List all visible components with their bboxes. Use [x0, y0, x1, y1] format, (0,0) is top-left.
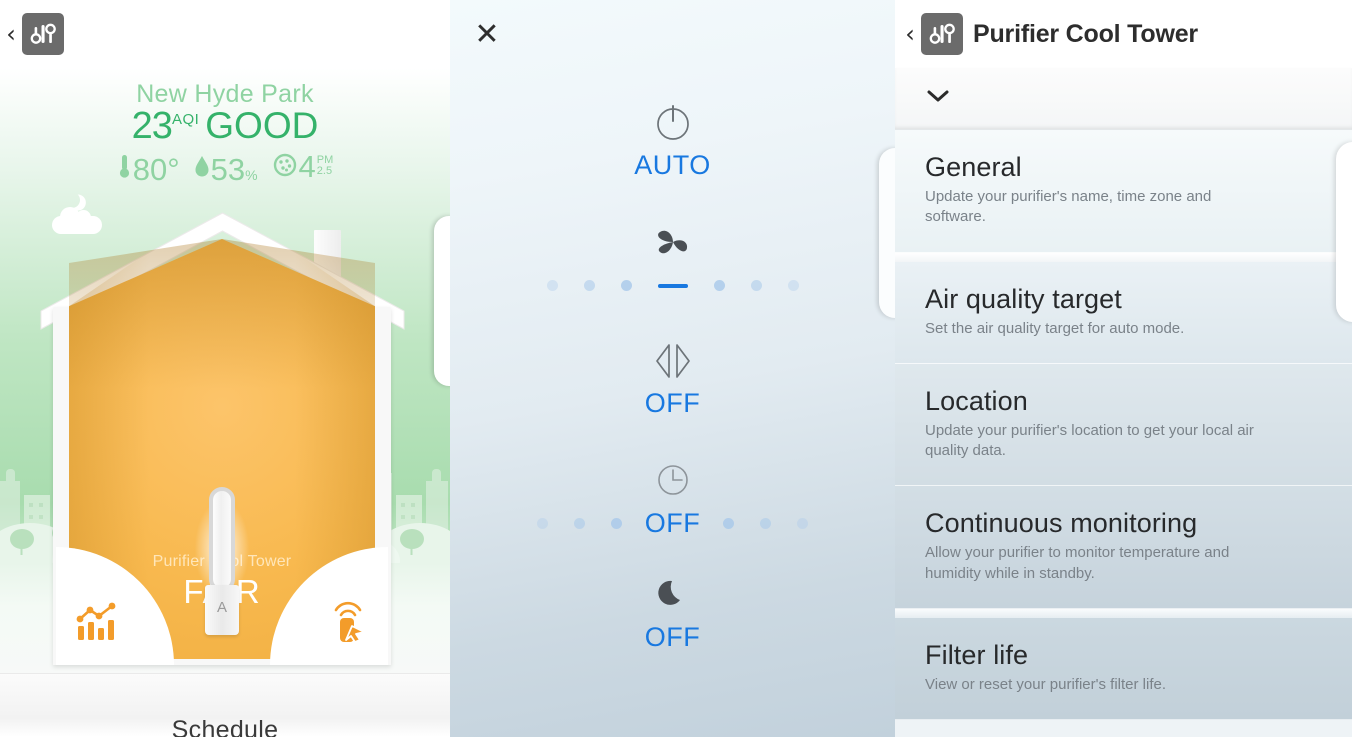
- power-icon: [450, 98, 895, 146]
- settings-item-subtitle: Update your purifier's name, time zone a…: [925, 188, 1212, 226]
- aqi-word: GOOD: [205, 105, 319, 146]
- environment-metrics: 80 ° 53% 4 PM 2.5: [0, 149, 450, 191]
- list-separator: [895, 608, 1352, 618]
- chevron-down-icon[interactable]: [925, 88, 951, 109]
- settings-item-subtitle: Set the air quality target for auto mode…: [925, 319, 1185, 337]
- settings-item-subtitle: View or reset your purifier's filter lif…: [925, 675, 1167, 693]
- settings-item-title: General: [925, 152, 1022, 182]
- aqi-readout: 23AQI GOOD: [0, 107, 450, 145]
- night-mode-label: OFF: [644, 622, 701, 652]
- thermometer-icon: [117, 153, 132, 180]
- house-illustration: Purifier Cool Tower FAIR A: [40, 211, 405, 666]
- adjacent-card-peek[interactable]: [434, 216, 450, 386]
- purifier-illustration: A: [183, 479, 261, 637]
- timer-dot[interactable]: [573, 518, 585, 529]
- fan-speed-control[interactable]: [450, 218, 895, 266]
- adjacent-card-peek[interactable]: [1336, 142, 1352, 322]
- remote-control-icon: [326, 596, 372, 649]
- particulate-metric: 4 PM 2.5: [272, 149, 334, 191]
- oscillation-icon: [450, 336, 895, 384]
- schedule-footer[interactable]: Schedule: [0, 673, 450, 737]
- home-stage: New Hyde Park 23AQI GOOD 80 ° 53% 4 PM 2…: [0, 68, 450, 673]
- page-title: Purifier Cool Tower: [973, 19, 1198, 48]
- settings-item-title: Air quality target: [925, 283, 1122, 314]
- screenshot-root: ‹ New Hyde Park 23AQI GOOD 80 ° 53 % 4 P…: [0, 0, 1352, 737]
- night-mode-control[interactable]: OFF: [450, 570, 895, 653]
- house-walls: Purifier Cool Tower FAIR A: [53, 239, 391, 665]
- settings-item-subtitle: Allow your purifier to monitor temperatu…: [925, 544, 1230, 582]
- dyson-logo-icon[interactable]: [22, 13, 64, 55]
- schedule-label: Schedule: [171, 716, 279, 737]
- list-separator: [895, 252, 1352, 262]
- adjacent-card-peek[interactable]: [879, 148, 895, 318]
- timer-dot[interactable]: [723, 518, 735, 529]
- humidity-metric: 53%: [194, 152, 258, 188]
- fan-speed-dot[interactable]: [787, 280, 799, 291]
- aqi-unit: AQI: [171, 111, 200, 128]
- power-mode-label: AUTO: [634, 150, 711, 180]
- settings-item-subtitle: Update your purifier's location to get y…: [925, 421, 1254, 459]
- home-header: ‹: [0, 0, 450, 68]
- fan-speed-dot[interactable]: [620, 280, 632, 291]
- controls-panel: ✕ AUTO OFF OFF OFF: [450, 0, 895, 737]
- oscillation-label: OFF: [644, 388, 701, 418]
- timer-dot[interactable]: [610, 518, 622, 529]
- timer-clock-icon: [450, 455, 895, 503]
- fan-speed-dot[interactable]: [713, 280, 725, 291]
- purifier-mode-letter: A: [216, 599, 227, 616]
- fan-speed-dots[interactable]: [450, 280, 895, 291]
- aqi-value: 23: [131, 105, 173, 147]
- timer-dot[interactable]: [760, 518, 772, 529]
- fan-speed-selected-indicator[interactable]: [657, 283, 688, 288]
- settings-item-location[interactable]: Location Update your purifier's location…: [895, 363, 1352, 487]
- oscillation-control[interactable]: OFF: [450, 336, 895, 419]
- back-button[interactable]: ‹: [2, 22, 20, 46]
- air-quality-graph-icon: [76, 600, 120, 647]
- temperature-metric: 80 °: [117, 152, 180, 188]
- home-panel: ‹ New Hyde Park 23AQI GOOD 80 ° 53 % 4 P…: [0, 0, 450, 737]
- humidity-drop-icon: [194, 153, 210, 180]
- sleep-timer-control[interactable]: [450, 455, 895, 503]
- timer-dot[interactable]: [536, 518, 548, 529]
- temperature-value: 80: [132, 152, 168, 187]
- back-button[interactable]: ‹: [901, 22, 919, 46]
- settings-header: ‹ Purifier Cool Tower: [895, 0, 1352, 68]
- power-mode-control[interactable]: AUTO: [450, 98, 895, 181]
- pm-size: 2.5: [316, 165, 333, 177]
- particulate-value: 4: [298, 149, 316, 184]
- temperature-unit: °: [167, 152, 180, 187]
- settings-item-air-quality-target[interactable]: Air quality target Set the air quality t…: [895, 261, 1352, 364]
- humidity-unit: %: [245, 167, 258, 183]
- dyson-logo-icon[interactable]: [921, 13, 963, 55]
- particle-icon: [272, 150, 298, 177]
- fan-speed-dot[interactable]: [546, 280, 558, 291]
- collapse-bar[interactable]: [895, 68, 1352, 130]
- settings-panel: ‹ Purifier Cool Tower General Update you…: [895, 0, 1352, 737]
- particulate-unit: PM 2.5: [317, 155, 334, 177]
- fan-speed-dot[interactable]: [583, 280, 595, 291]
- settings-item-filter-life[interactable]: Filter life View or reset your purifier'…: [895, 617, 1352, 720]
- purifier-loop: [209, 487, 235, 592]
- settings-item-title: Continuous monitoring: [925, 508, 1198, 539]
- fan-speed-dot[interactable]: [750, 280, 762, 291]
- settings-item-title: Filter life: [925, 639, 1029, 670]
- settings-item-continuous-monitoring[interactable]: Continuous monitoring Allow your purifie…: [895, 486, 1352, 609]
- humidity-value: 53: [210, 152, 246, 187]
- sleep-timer-label: OFF: [644, 508, 701, 538]
- close-button[interactable]: ✕: [470, 18, 504, 52]
- fan-speed-icon: [450, 218, 895, 266]
- settings-item-title: Location: [925, 385, 1028, 416]
- settings-item-general[interactable]: General Update your purifier's name, tim…: [895, 130, 1352, 253]
- sleep-timer-dots[interactable]: OFF: [450, 508, 895, 539]
- night-mode-moon-icon: [450, 570, 895, 618]
- timer-dot[interactable]: [797, 518, 809, 529]
